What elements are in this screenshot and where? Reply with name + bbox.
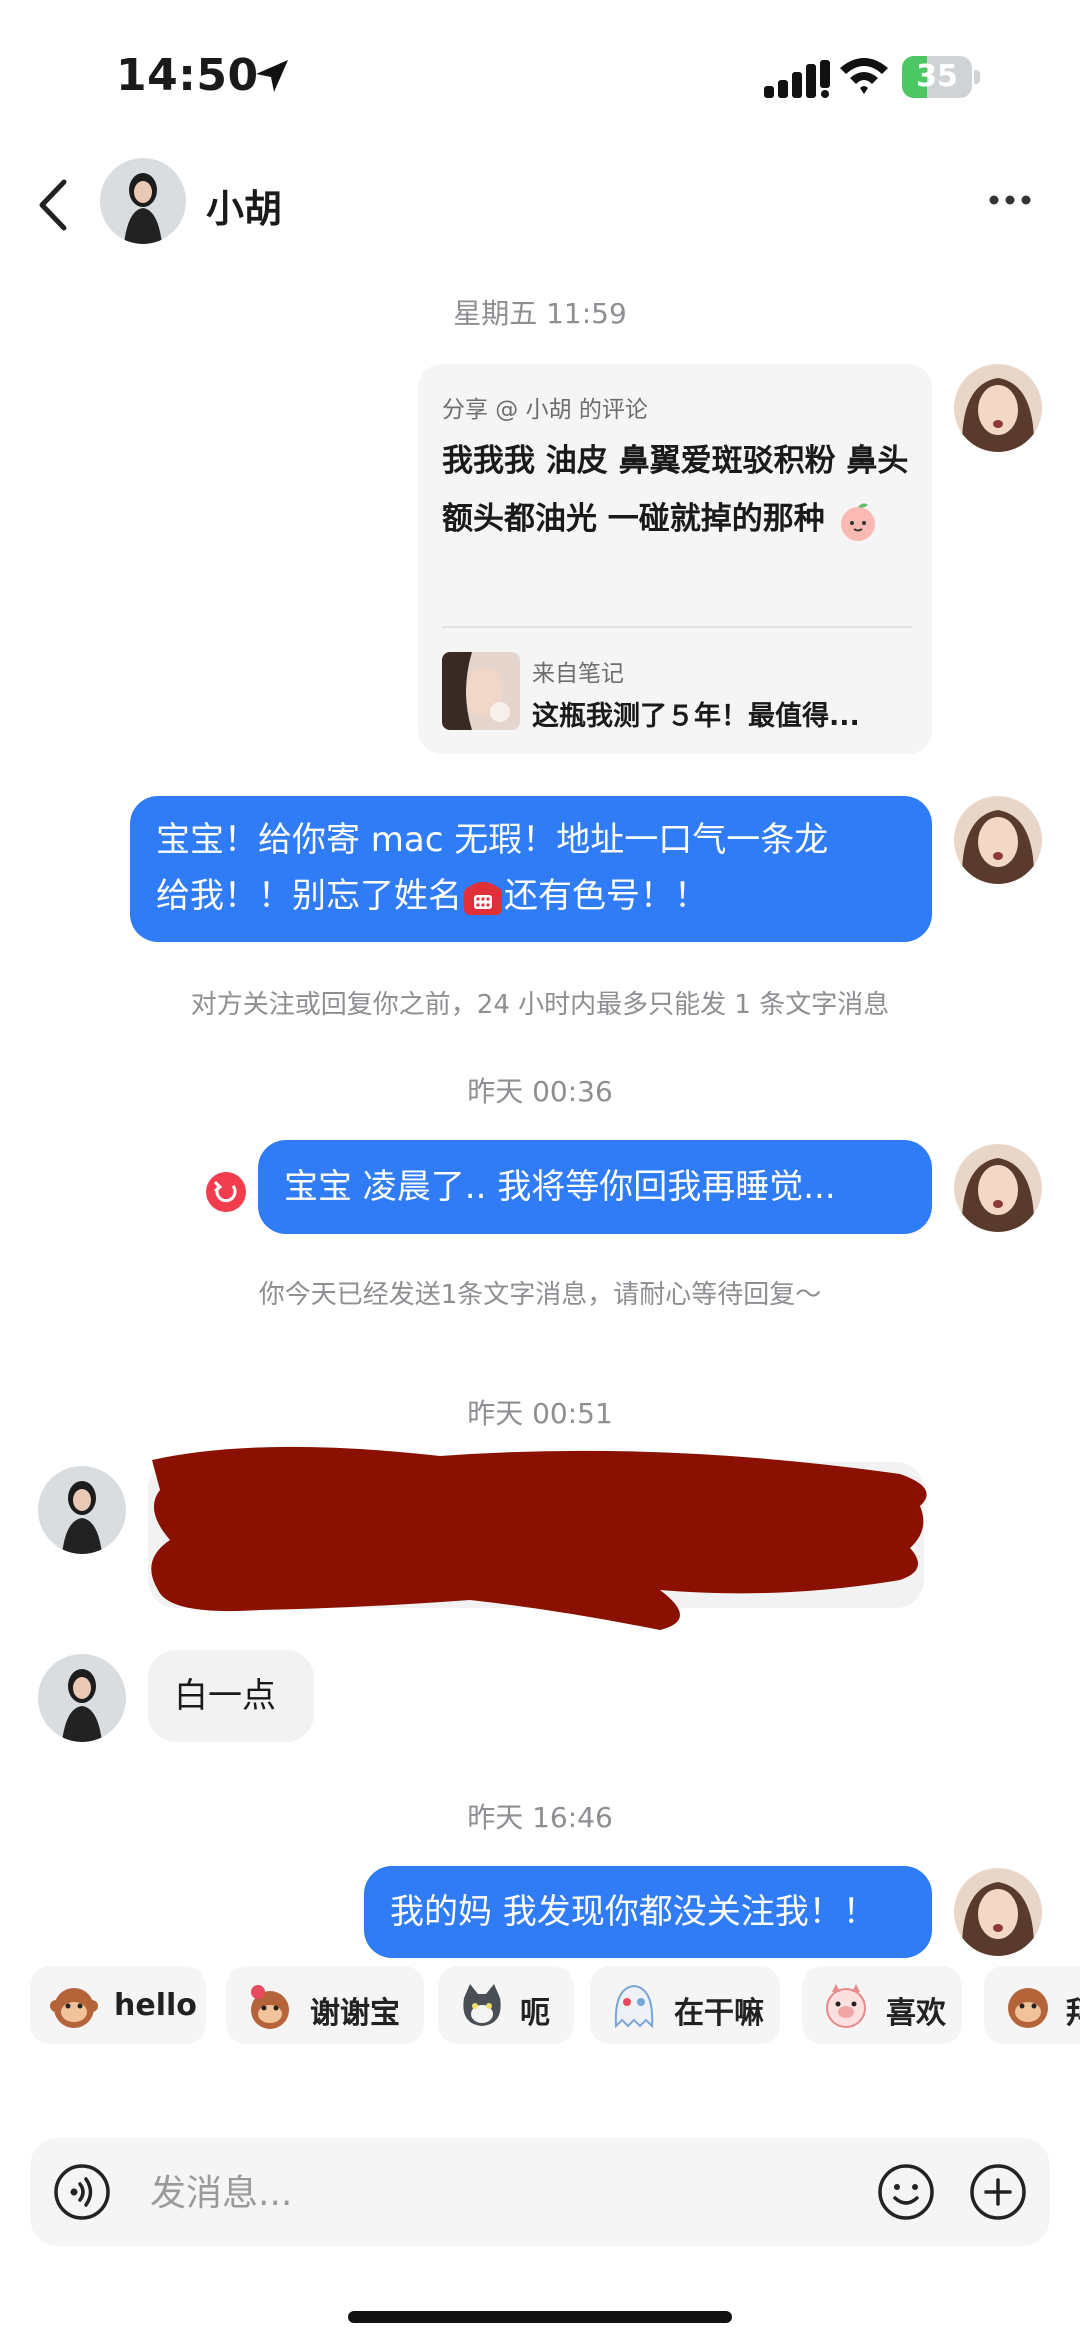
my-avatar[interactable] xyxy=(954,1868,1042,1956)
chat-header: 小胡 xyxy=(0,150,1080,260)
sent-message[interactable]: 我的妈 我发现你都没关注我！！ xyxy=(364,1866,932,1958)
share-source: 分享 @ 小胡 的评论 xyxy=(442,397,648,423)
shared-comment-text: 我我我 油皮 鼻翼爱斑驳积粉 鼻头额头都油光 一碰就掉的那种 xyxy=(442,432,912,548)
quick-reply-chip[interactable]: hello xyxy=(30,1966,206,2044)
message-input[interactable] xyxy=(148,2164,752,2222)
monkey-sticker-icon xyxy=(50,1988,98,2028)
home-indicator[interactable] xyxy=(348,2311,732,2323)
more-options-icon[interactable] xyxy=(988,190,1032,210)
sent-message[interactable]: 宝宝 凌晨了.. 我将等你回我再睡觉... xyxy=(258,1140,932,1234)
message-line: 宝宝！给你寄 mac 无瑕！地址一口气一条龙 xyxy=(156,820,829,860)
status-bar: 14:50 35 xyxy=(0,0,1080,150)
my-avatar[interactable] xyxy=(954,1144,1042,1232)
telephone-emoji-icon xyxy=(464,881,502,915)
plus-icon[interactable] xyxy=(968,2162,1028,2222)
contact-avatar[interactable] xyxy=(100,158,186,244)
status-time: 14:50 xyxy=(116,50,259,101)
contact-avatar[interactable] xyxy=(38,1466,126,1554)
monkey-sticker-icon xyxy=(1008,1988,1048,2028)
timestamp: 昨天 00:51 xyxy=(467,1397,613,1430)
emoji-icon[interactable] xyxy=(876,2162,936,2222)
ghost-sticker-icon xyxy=(614,1984,654,2029)
note-thumbnail[interactable] xyxy=(442,652,520,730)
note-title: 这瓶我测了５年！最值得... xyxy=(532,701,860,732)
send-limit-notice: 对方关注或回复你之前，24 小时内最多只能发 1 条文字消息 xyxy=(190,990,890,1020)
sent-message[interactable]: 宝宝！给你寄 mac 无瑕！地址一口气一条龙 给我！！别忘了姓名 还有色号！！ xyxy=(130,796,932,942)
chip-label: 呃 xyxy=(520,1996,550,2031)
cat-sticker-icon xyxy=(463,1984,501,2026)
chip-label: 喜欢 xyxy=(886,1996,946,2031)
my-avatar[interactable] xyxy=(954,364,1042,452)
message-composer xyxy=(30,2138,1050,2246)
note-source-label: 来自笔记 xyxy=(532,661,624,687)
timestamp: 昨天 00:36 xyxy=(467,1075,613,1108)
wifi-icon xyxy=(840,58,888,94)
pig-sticker-icon xyxy=(826,1984,866,2028)
timestamp: 昨天 16:46 xyxy=(467,1801,613,1834)
location-arrow-icon xyxy=(256,60,288,92)
contact-avatar[interactable] xyxy=(38,1654,126,1742)
resend-icon[interactable] xyxy=(206,1172,246,1212)
back-chevron-icon[interactable] xyxy=(36,178,70,232)
chip-label: 谢谢宝 xyxy=(310,1996,400,2031)
quick-reply-chip[interactable]: 喜欢 xyxy=(802,1966,962,2044)
quick-reply-chip[interactable]: 在干嘛 xyxy=(590,1966,780,2044)
send-limit-notice: 你今天已经发送1条文字消息，请耐心等待回复～ xyxy=(258,1280,822,1310)
contact-name[interactable]: 小胡 xyxy=(206,178,282,233)
battery-percent: 35 xyxy=(916,59,958,94)
shared-comment-card[interactable]: 分享 @ 小胡 的评论 我我我 油皮 鼻翼爱斑驳积粉 鼻头额头都油光 一碰就掉的… xyxy=(418,364,932,754)
voice-input-icon[interactable] xyxy=(52,2162,112,2222)
cellular-signal-icon xyxy=(764,60,830,98)
timestamp: 星期五 11:59 xyxy=(453,297,627,330)
received-message[interactable]: 白一点 xyxy=(148,1650,314,1742)
chip-label: 在干嘛 xyxy=(674,1996,764,2031)
chip-label: hello xyxy=(114,1988,197,2023)
quick-reply-chip[interactable]: 呃 xyxy=(438,1966,574,2044)
quick-reply-chip[interactable]: 谢谢宝 xyxy=(226,1966,424,2044)
peach-emoji-icon xyxy=(840,502,875,541)
quick-reply-chip[interactable]: 拜 xyxy=(984,1966,1080,2044)
message-line: 给我！！别忘了姓名 还有色号！！ xyxy=(156,868,906,924)
battery-indicator: 35 xyxy=(902,56,982,98)
chip-label: 拜 xyxy=(1066,1988,1080,2032)
monkey-flower-sticker-icon xyxy=(251,1985,289,2029)
redaction-scribble xyxy=(151,1446,927,1630)
my-avatar[interactable] xyxy=(954,796,1042,884)
quick-reply-bar: hello 谢谢宝 呃 在干嘛 喜欢 拜 xyxy=(0,1960,1080,2050)
card-divider xyxy=(442,626,912,628)
